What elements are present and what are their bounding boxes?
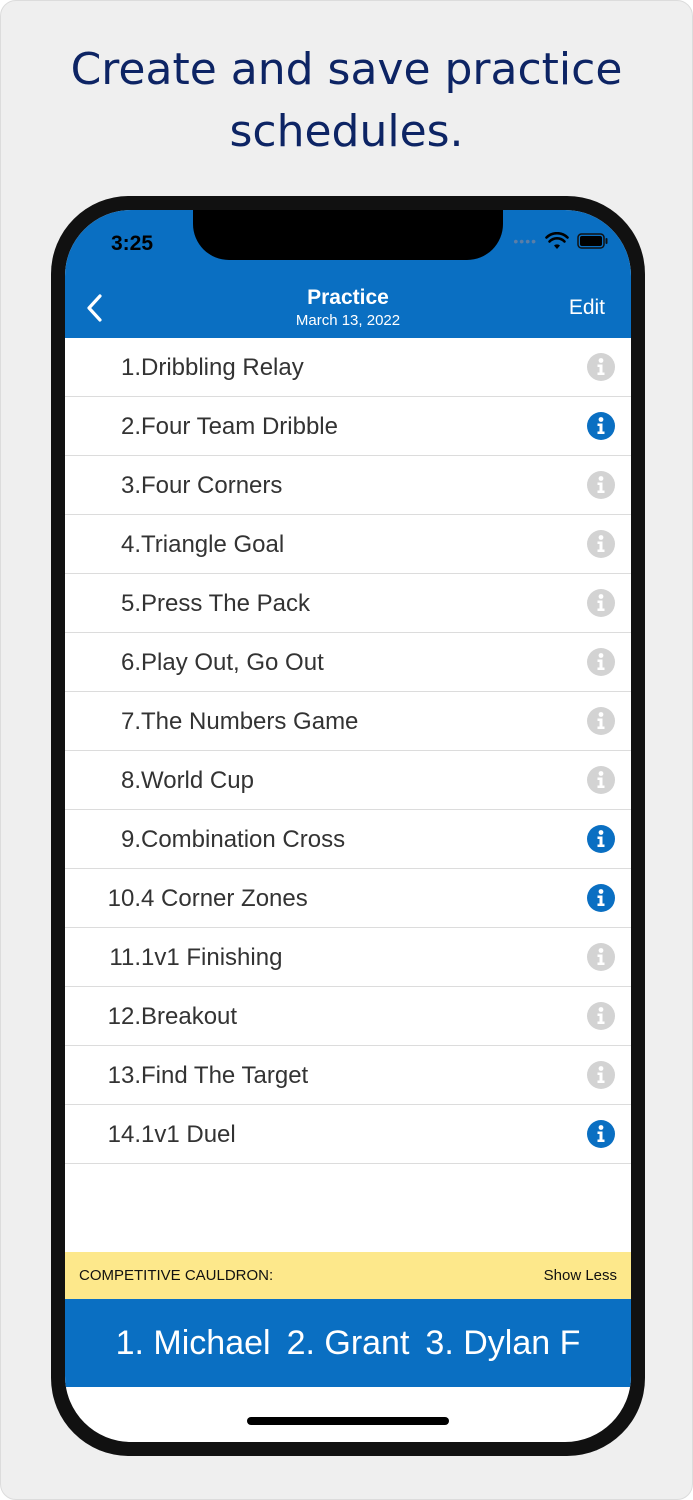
drill-number: 5. [120,590,141,617]
drill-row[interactable]: 7. The Numbers Game [65,692,631,751]
drill-name: Combination Cross [141,826,346,853]
drill-number: 6. [120,649,141,676]
nav-bar: Practice March 13, 2022 Edit [65,278,631,338]
info-circle-icon[interactable] [587,884,615,912]
status-time: 3:25 [111,232,154,255]
status-icons: •••• [513,232,609,250]
info-circle-icon[interactable] [587,530,615,558]
drill-row[interactable]: 9. Combination Cross [65,810,631,869]
info-circle-icon[interactable] [587,589,615,617]
drill-number: 10. [107,885,141,912]
leader-1: 1. Michael [115,1323,271,1362]
status-bar: 3:25 •••• [65,210,631,278]
drill-row[interactable]: 14. 1v1 Duel [65,1105,631,1164]
wifi-icon [545,232,569,249]
battery-icon [577,233,608,249]
drill-number: 14. [107,1121,141,1148]
drill-name: 4 Corner Zones [141,885,308,912]
info-circle-icon[interactable] [587,471,615,499]
drill-number: 3. [120,472,141,499]
drill-number: 1. [120,354,141,381]
drill-name: Find The Target [141,1062,309,1089]
drill-row[interactable]: 4. Triangle Goal [65,515,631,574]
info-circle-icon[interactable] [587,766,615,794]
phone-screen: 3:25 •••• Practice March 13, 2022 Edit 1… [65,210,631,1442]
drill-number: 2. [120,413,141,440]
cauldron-label: COMPETITIVE CAULDRON: [79,1267,274,1284]
drill-row[interactable]: 13. Find The Target [65,1046,631,1105]
drill-number: 7. [120,708,141,735]
drill-name: 1v1 Finishing [141,944,283,971]
drill-row[interactable]: 1. Dribbling Relay [65,338,631,397]
drill-name: World Cup [141,767,254,794]
leader-2: 2. Grant [286,1323,410,1362]
edit-button[interactable]: Edit [569,296,605,320]
drill-name: Press The Pack [141,590,310,617]
drill-number: 13. [107,1062,141,1089]
show-less-button[interactable]: Show Less [544,1267,617,1284]
info-circle-icon[interactable] [587,648,615,676]
cauldron-header: COMPETITIVE CAULDRON: Show Less [65,1252,631,1299]
info-circle-icon[interactable] [587,1061,615,1089]
drill-name: The Numbers Game [141,708,359,735]
drill-row[interactable]: 3. Four Corners [65,456,631,515]
info-circle-icon[interactable] [587,943,615,971]
signal-dots-icon: •••• [513,233,537,249]
nav-title: Practice [307,286,389,309]
drill-name: Play Out, Go Out [141,649,324,676]
drill-row[interactable]: 8. World Cup [65,751,631,810]
drill-number: 11. [109,944,141,971]
drill-row[interactable]: 12. Breakout [65,987,631,1046]
drill-name: Four Corners [141,472,283,499]
drill-row[interactable]: 10. 4 Corner Zones [65,869,631,928]
drill-name: Four Team Dribble [141,413,338,440]
info-circle-icon[interactable] [587,1120,615,1148]
cauldron-leaders: 1. Michael 2. Grant 3. Dylan F [65,1299,631,1387]
headline: Create and save practice schedules. [70,44,623,157]
drill-name: Dribbling Relay [141,354,304,381]
promo-card: Create and save practice schedules. 3:25… [0,0,693,1500]
info-circle-icon[interactable] [587,412,615,440]
drill-name: 1v1 Duel [141,1121,236,1148]
drill-number: 9. [120,826,141,853]
drill-row[interactable]: 2. Four Team Dribble [65,397,631,456]
phone-frame: 3:25 •••• Practice March 13, 2022 Edit 1… [51,196,645,1456]
home-indicator[interactable] [247,1417,449,1425]
info-circle-icon[interactable] [587,1002,615,1030]
drill-number: 4. [120,531,141,558]
drill-name: Breakout [141,1003,238,1030]
info-circle-icon[interactable] [587,353,615,381]
notch [193,210,503,260]
drill-row[interactable]: 5. Press The Pack [65,574,631,633]
info-circle-icon[interactable] [587,707,615,735]
drill-number: 12. [107,1003,141,1030]
drill-row[interactable]: 11. 1v1 Finishing [65,928,631,987]
info-circle-icon[interactable] [587,825,615,853]
nav-subtitle: March 13, 2022 [295,312,401,329]
drill-row[interactable]: 6. Play Out, Go Out [65,633,631,692]
drill-list: 1. Dribbling Relay 2. Four Team Dribble 3. Fo… [65,338,631,1164]
drill-name: Triangle Goal [141,531,285,558]
leader-3: 3. Dylan F [425,1323,581,1362]
drill-number: 8. [120,767,141,794]
